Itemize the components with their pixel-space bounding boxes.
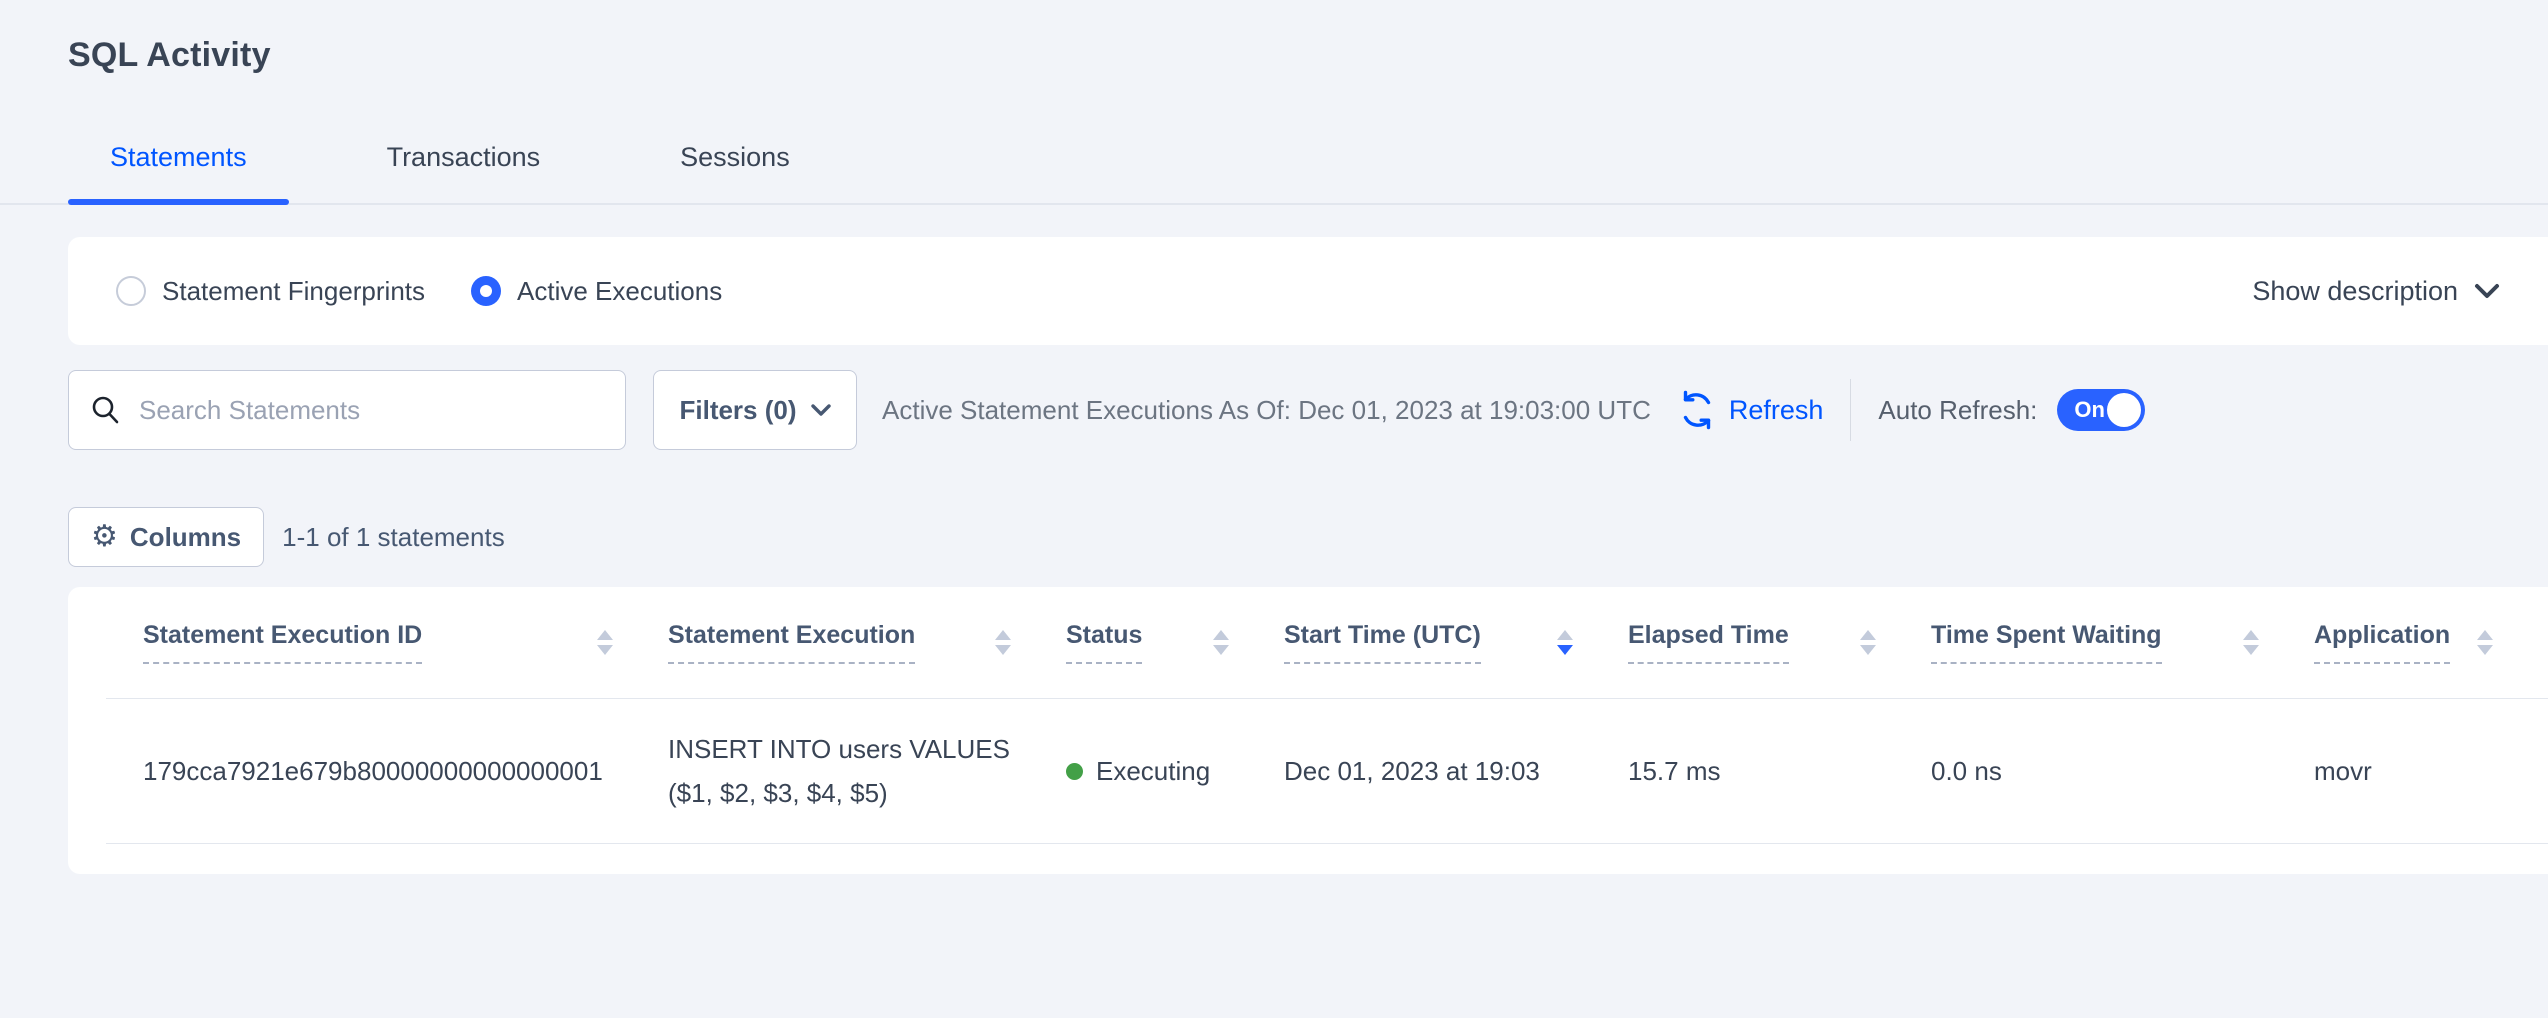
cell-time-spent-waiting: 0.0 ns xyxy=(1931,756,2314,787)
table-row: 179cca7921e679b80000000000000001 INSERT … xyxy=(106,699,2548,844)
column-header[interactable]: Status xyxy=(1066,621,1284,664)
chevron-down-icon xyxy=(811,404,831,417)
cell-application: movr xyxy=(2314,756,2548,787)
search-box[interactable] xyxy=(68,370,626,450)
refresh-label: Refresh xyxy=(1729,395,1824,426)
sort-icon[interactable] xyxy=(2243,630,2259,655)
refresh-button[interactable]: Refresh xyxy=(1677,390,1824,430)
auto-refresh-label: Auto Refresh: xyxy=(1878,395,2037,426)
as-of-timestamp: Active Statement Executions As Of: Dec 0… xyxy=(882,395,1651,426)
refresh-icon xyxy=(1677,390,1717,430)
sql-activity-tabs: Statements Transactions Sessions xyxy=(0,141,2548,205)
cell-statement-execution: INSERT INTO users VALUES ($1, $2, $3, $4… xyxy=(668,727,1066,815)
column-header[interactable]: Start Time (UTC) xyxy=(1284,621,1628,664)
radio-label: Active Executions xyxy=(517,276,722,307)
status-dot-icon xyxy=(1066,763,1083,780)
statements-table-card: Statement Execution ID Statement Executi… xyxy=(68,587,2548,874)
columns-button[interactable]: ⚙ Columns xyxy=(68,507,264,567)
cell-status: Executing xyxy=(1066,756,1284,787)
table-toolbar: ⚙ Columns 1-1 of 1 statements xyxy=(68,507,2548,567)
cell-start-time: Dec 01, 2023 at 19:03 xyxy=(1284,756,1628,787)
table-header-row: Statement Execution ID Statement Executi… xyxy=(106,587,2548,699)
column-header[interactable]: Time Spent Waiting xyxy=(1931,621,2314,664)
radio-icon[interactable] xyxy=(116,276,146,306)
show-description-button[interactable]: Show description xyxy=(2252,276,2500,307)
controls-row: Filters (0) Active Statement Executions … xyxy=(68,369,2548,451)
sort-icon[interactable] xyxy=(1213,630,1229,655)
radio-statement-fingerprints[interactable]: Statement Fingerprints xyxy=(116,276,425,307)
statement-text-line: ($1, $2, $3, $4, $5) xyxy=(668,771,1026,815)
column-header[interactable]: Statement Execution ID xyxy=(143,621,668,664)
show-description-label: Show description xyxy=(2252,276,2458,307)
column-header-label: Start Time (UTC) xyxy=(1284,621,1481,664)
toggle-state-label: On xyxy=(2074,397,2105,423)
radio-icon[interactable] xyxy=(471,276,501,306)
auto-refresh-control: Auto Refresh: On xyxy=(1878,389,2145,431)
tab-statements[interactable]: Statements xyxy=(68,141,289,203)
sort-icon[interactable] xyxy=(2477,630,2493,655)
column-header-label: Elapsed Time xyxy=(1628,621,1789,664)
search-icon xyxy=(89,394,121,426)
tab-transactions[interactable]: Transactions xyxy=(345,141,583,203)
sort-icon[interactable] xyxy=(597,630,613,655)
vertical-divider xyxy=(1850,379,1851,441)
statement-text-line: INSERT INTO users VALUES xyxy=(668,727,1026,771)
chevron-down-icon xyxy=(2474,283,2500,299)
column-header[interactable]: Elapsed Time xyxy=(1628,621,1931,664)
radio-active-executions[interactable]: Active Executions xyxy=(471,276,722,307)
gear-icon: ⚙ xyxy=(91,522,118,552)
filters-label: Filters (0) xyxy=(679,395,796,426)
column-header-label: Statement Execution ID xyxy=(143,621,422,664)
cell-execution-id: 179cca7921e679b80000000000000001 xyxy=(143,756,668,787)
result-count: 1-1 of 1 statements xyxy=(282,522,505,553)
columns-label: Columns xyxy=(130,522,241,553)
column-header-label: Time Spent Waiting xyxy=(1931,621,2162,664)
column-header-label: Status xyxy=(1066,621,1142,664)
column-header[interactable]: Application xyxy=(2314,621,2548,664)
status-label: Executing xyxy=(1096,756,1210,787)
toggle-knob[interactable] xyxy=(2107,393,2141,427)
auto-refresh-toggle[interactable]: On xyxy=(2057,389,2145,431)
column-header-label: Application xyxy=(2314,621,2450,664)
tab-sessions[interactable]: Sessions xyxy=(638,141,832,203)
view-mode-radio-group: Statement Fingerprints Active Executions xyxy=(116,276,722,307)
radio-label: Statement Fingerprints xyxy=(162,276,425,307)
view-mode-card: Statement Fingerprints Active Executions… xyxy=(68,237,2548,345)
search-input[interactable] xyxy=(139,395,605,426)
filters-button[interactable]: Filters (0) xyxy=(653,370,857,450)
page-title: SQL Activity xyxy=(68,36,2548,75)
sort-icon[interactable] xyxy=(995,630,1011,655)
column-header-label: Statement Execution xyxy=(668,621,915,664)
column-header[interactable]: Statement Execution xyxy=(668,621,1066,664)
sort-icon[interactable] xyxy=(1557,630,1573,655)
cell-elapsed-time: 15.7 ms xyxy=(1628,756,1931,787)
sort-icon[interactable] xyxy=(1860,630,1876,655)
